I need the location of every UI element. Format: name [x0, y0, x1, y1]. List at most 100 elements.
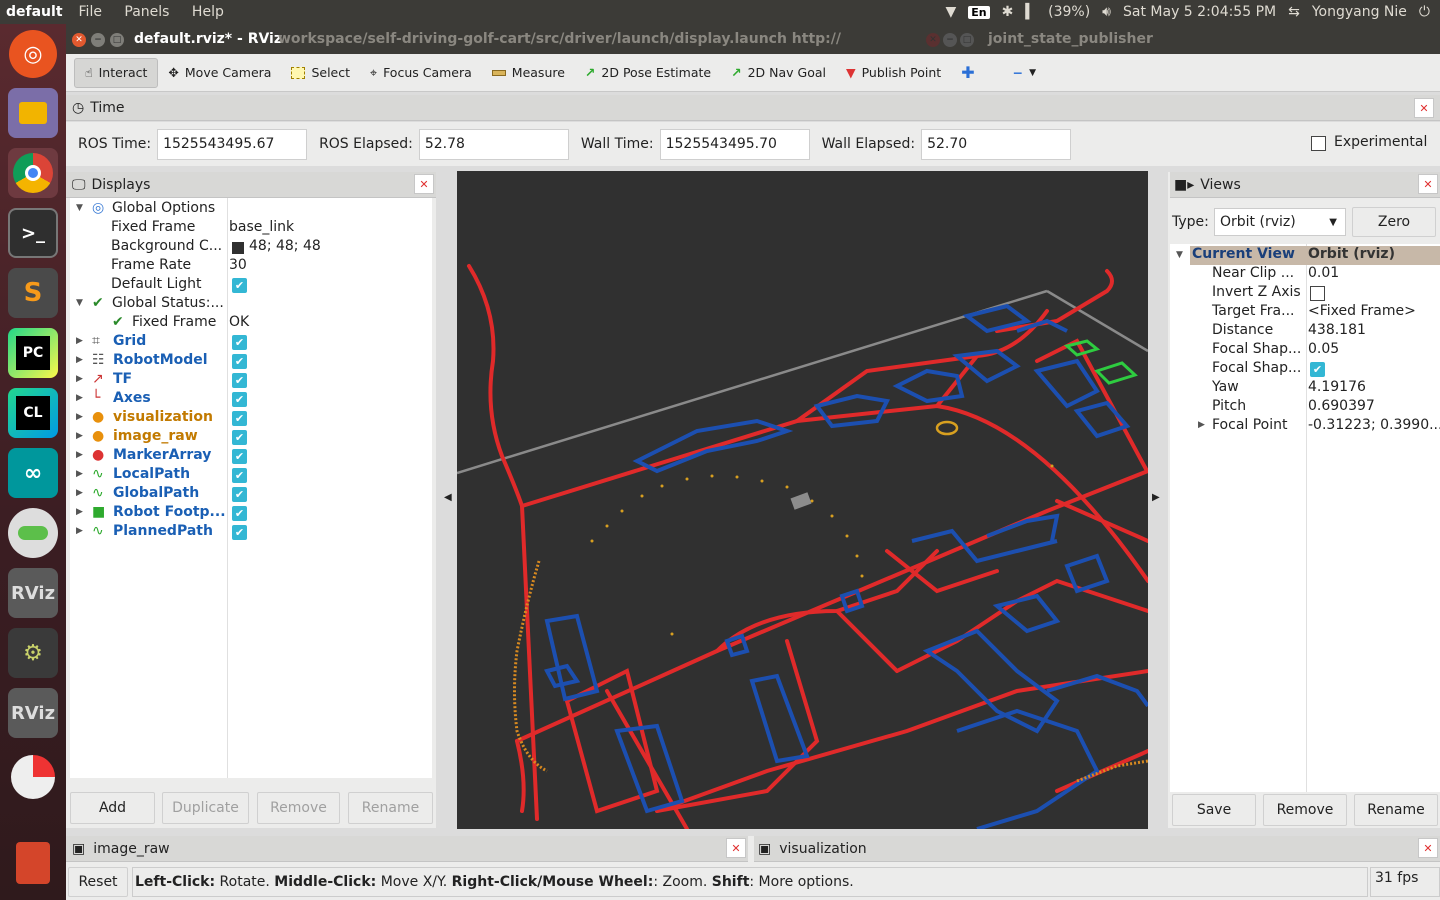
bg-minimize-icon[interactable]: −: [943, 33, 957, 47]
duplicate-display-button[interactable]: Duplicate: [162, 792, 249, 824]
display-enabled-checkbox[interactable]: ✔: [232, 468, 247, 483]
chrome-icon[interactable]: [8, 148, 58, 198]
display-item-localpath[interactable]: ▶ ∿ LocalPath ✔: [70, 466, 432, 485]
tree-row-global-options[interactable]: ▼ ◎ Global Options: [70, 200, 432, 219]
fixed-frame-value[interactable]: base_link: [229, 219, 294, 235]
ros-elapsed-field[interactable]: 52.78: [418, 128, 569, 160]
clion-icon[interactable]: CL: [8, 388, 58, 438]
frame-rate-value[interactable]: 30: [229, 257, 247, 273]
close-time-panel-icon[interactable]: ✕: [1414, 98, 1434, 118]
view-prop-value[interactable]: -0.31223; 0.3990...: [1308, 417, 1440, 433]
display-enabled-checkbox[interactable]: ✔: [232, 449, 247, 464]
view-prop-value[interactable]: 438.181: [1308, 322, 1366, 338]
sublime-icon[interactable]: S: [8, 268, 58, 318]
ros-time-field[interactable]: 1525543495.67: [157, 128, 308, 160]
keyboard-indicator[interactable]: En: [968, 5, 990, 19]
render-viewport[interactable]: [457, 171, 1148, 829]
pose-estimate-tool[interactable]: ↗ 2D Pose Estimate: [575, 58, 721, 88]
menu-file[interactable]: File: [79, 4, 102, 20]
rviz-icon[interactable]: RViz: [8, 568, 58, 618]
expand-arrow-icon[interactable]: ▼: [1176, 250, 1183, 260]
move-camera-tool[interactable]: ✥ Move Camera: [158, 58, 281, 88]
view-prop-row[interactable]: ▶ Focal Point -0.31223; 0.3990...: [1170, 417, 1440, 436]
display-item-robot-footp-[interactable]: ▶ ■ Robot Footp... ✔: [70, 504, 432, 523]
rename-display-button[interactable]: Rename: [348, 792, 433, 824]
remove-display-button[interactable]: Remove: [257, 792, 340, 824]
expand-arrow-icon[interactable]: ▶: [76, 355, 83, 365]
close-window-icon[interactable]: ✕: [72, 33, 86, 47]
save-view-button[interactable]: Save: [1172, 794, 1256, 826]
view-prop-row[interactable]: Focal Shap... 0.05: [1170, 341, 1438, 360]
view-type-select[interactable]: Orbit (rviz) ▼: [1214, 208, 1346, 236]
battery-percent[interactable]: (39%): [1048, 4, 1090, 20]
focal-shape-checkbox[interactable]: ✔: [1310, 362, 1325, 377]
invert-z-checkbox[interactable]: [1310, 286, 1325, 301]
display-item-visualization[interactable]: ▶ ● visualization ✔: [70, 409, 432, 428]
view-prop-value[interactable]: <Fixed Frame>: [1308, 303, 1416, 319]
color-swatch[interactable]: [232, 242, 244, 254]
view-prop-row[interactable]: Focal Shap... ✔: [1170, 360, 1438, 379]
wall-time-field[interactable]: 1525543495.70: [659, 128, 810, 160]
trash-icon[interactable]: [16, 842, 50, 884]
close-visualization-icon[interactable]: ✕: [1418, 838, 1438, 858]
view-prop-value[interactable]: 4.19176: [1308, 379, 1366, 395]
bluetooth-icon[interactable]: ✱: [1002, 4, 1014, 20]
display-enabled-checkbox[interactable]: ✔: [232, 487, 247, 502]
expand-arrow-icon[interactable]: ▶: [76, 469, 83, 479]
view-prop-row[interactable]: Invert Z Axis: [1170, 284, 1438, 303]
remove-view-button[interactable]: Remove: [1263, 794, 1347, 826]
display-enabled-checkbox[interactable]: ✔: [232, 411, 247, 426]
expand-arrow-icon[interactable]: ▶: [76, 526, 83, 536]
arduino-icon[interactable]: ∞: [8, 448, 58, 498]
nav-goal-tool[interactable]: ↗ 2D Nav Goal: [721, 58, 836, 88]
display-item-grid[interactable]: ▶ ⌗ Grid ✔: [70, 333, 432, 352]
pycharm-icon[interactable]: PC: [8, 328, 58, 378]
expand-arrow-icon[interactable]: ▶: [76, 450, 83, 460]
terminal-icon[interactable]: >_: [8, 208, 58, 258]
user-name[interactable]: Yongyang Nie: [1312, 4, 1407, 20]
ros-gear-icon[interactable]: ⚙: [8, 628, 58, 678]
expand-arrow-icon[interactable]: ▼: [76, 298, 83, 308]
view-prop-value[interactable]: 0.01: [1308, 265, 1339, 281]
display-item-globalpath[interactable]: ▶ ∿ GlobalPath ✔: [70, 485, 432, 504]
tree-row-fixed-frame-status[interactable]: ✔ Fixed Frame OK: [70, 314, 432, 333]
display-item-robotmodel[interactable]: ▶ ☷ RobotModel ✔: [70, 352, 432, 371]
view-prop-row[interactable]: Target Fra... <Fixed Frame>: [1170, 303, 1438, 322]
view-prop-row[interactable]: Distance 438.181: [1170, 322, 1438, 341]
tree-row-default-light[interactable]: Default Light ✔: [70, 276, 432, 295]
view-prop-value[interactable]: 0.05: [1308, 341, 1339, 357]
tree-row-background[interactable]: Background C... 48; 48; 48: [70, 238, 432, 257]
display-item-markerarray[interactable]: ▶ ● MarkerArray ✔: [70, 447, 432, 466]
minimize-window-icon[interactable]: −: [91, 33, 105, 47]
display-item-tf[interactable]: ▶ ↗ TF ✔: [70, 371, 432, 390]
default-light-checkbox[interactable]: ✔: [232, 278, 247, 293]
background-value[interactable]: 48; 48; 48: [249, 238, 321, 254]
close-displays-icon[interactable]: ✕: [414, 174, 434, 194]
close-image-raw-icon[interactable]: ✕: [726, 838, 746, 858]
wall-elapsed-field[interactable]: 52.70: [921, 128, 1072, 160]
view-prop-row[interactable]: Yaw 4.19176: [1170, 379, 1438, 398]
wifi-icon[interactable]: ▼: [945, 4, 956, 20]
expand-arrow-icon[interactable]: ▶: [76, 431, 83, 441]
display-enabled-checkbox[interactable]: ✔: [232, 430, 247, 445]
add-tool-button[interactable]: ✚: [951, 58, 984, 88]
reset-button[interactable]: Reset: [68, 867, 128, 897]
ubuntu-icon[interactable]: ◎: [9, 30, 57, 78]
close-views-icon[interactable]: ✕: [1418, 174, 1438, 194]
collapse-right-icon[interactable]: ▶: [1152, 492, 1160, 503]
select-tool[interactable]: Select: [281, 58, 360, 88]
measure-tool[interactable]: Measure: [482, 58, 575, 88]
display-enabled-checkbox[interactable]: ✔: [232, 506, 247, 521]
focus-camera-tool[interactable]: ⌖ Focus Camera: [360, 58, 482, 88]
experimental-checkbox[interactable]: [1311, 136, 1326, 151]
expand-arrow-icon[interactable]: ▶: [76, 393, 83, 403]
display-enabled-checkbox[interactable]: ✔: [232, 335, 247, 350]
display-enabled-checkbox[interactable]: ✔: [232, 392, 247, 407]
expand-arrow-icon[interactable]: ▶: [76, 412, 83, 422]
display-enabled-checkbox[interactable]: ✔: [232, 525, 247, 540]
second-window-title[interactable]: joint_state_publisher: [988, 31, 1153, 47]
collapse-left-icon[interactable]: ◀: [444, 492, 452, 503]
settings-toggle-icon[interactable]: [8, 508, 58, 558]
power-icon[interactable]: ⏻: [1419, 4, 1430, 20]
volume-icon[interactable]: 🔊︎: [1102, 4, 1111, 20]
